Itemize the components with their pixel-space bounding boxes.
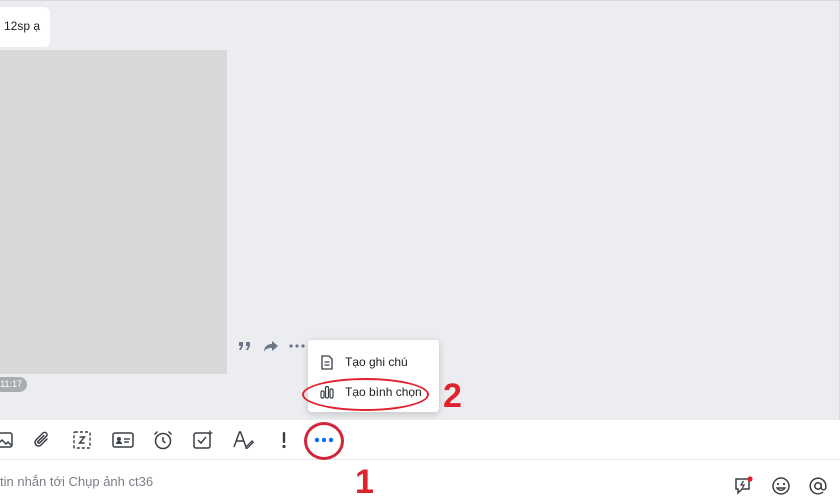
urgent-icon[interactable] <box>272 428 296 452</box>
time-text: 11:17 <box>0 379 22 389</box>
message-input[interactable] <box>0 471 600 491</box>
note-icon <box>320 354 334 370</box>
composer <box>0 461 840 500</box>
forward-icon[interactable] <box>262 338 280 354</box>
quote-icon[interactable] <box>236 338 254 354</box>
reminder-icon[interactable] <box>151 428 175 452</box>
menu-item-create-note[interactable]: Tạo ghi chú <box>308 347 439 377</box>
attachment-icon[interactable] <box>30 428 54 452</box>
menu-item-create-poll[interactable]: Tạo bình chọn <box>308 377 439 407</box>
message-actions <box>236 338 306 354</box>
mention-icon[interactable] <box>807 475 829 497</box>
screenshot-icon[interactable] <box>70 428 94 452</box>
message-bubble[interactable]: 12sp ạ <box>0 7 50 47</box>
more-options-icon[interactable] <box>288 338 306 354</box>
step-two-marker: 2 <box>443 377 462 415</box>
menu-item-label: Tạo ghi chú <box>345 355 408 369</box>
contact-card-icon[interactable] <box>111 428 135 452</box>
message-text: 12sp ạ <box>4 19 41 33</box>
text-format-icon[interactable] <box>231 428 255 452</box>
task-icon[interactable] <box>191 428 215 452</box>
step-one-marker: 1 <box>355 463 374 500</box>
composer-toolbar <box>0 420 840 460</box>
time-badge: 11:17 <box>0 377 27 392</box>
more-menu: Tạo ghi chú Tạo bình chọn <box>308 340 439 412</box>
poll-icon <box>320 384 334 400</box>
menu-item-label: Tạo bình chọn <box>345 385 422 399</box>
quick-message-icon[interactable] <box>733 475 755 497</box>
more-icon[interactable] <box>312 428 336 452</box>
image-icon[interactable] <box>0 428 16 452</box>
emoji-icon[interactable] <box>770 475 792 497</box>
image-message[interactable] <box>0 50 227 374</box>
